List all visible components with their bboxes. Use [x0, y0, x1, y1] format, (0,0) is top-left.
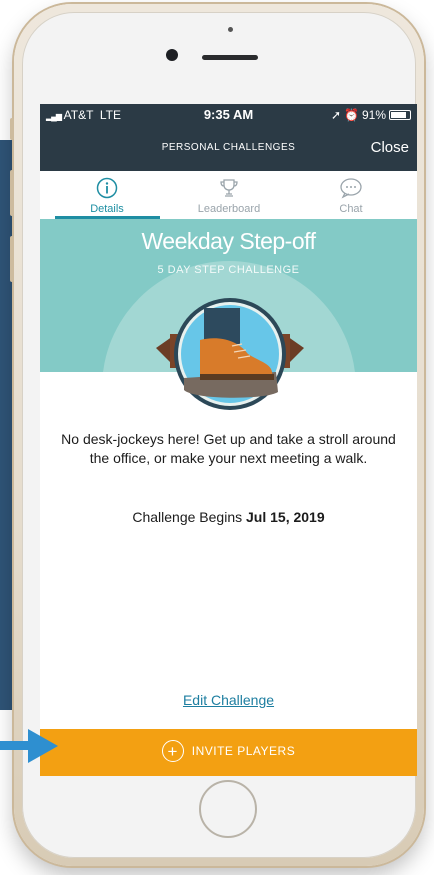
begins-date: Jul 15, 2019 — [246, 509, 325, 525]
info-icon — [96, 177, 118, 199]
tab-chat[interactable]: Chat — [291, 171, 411, 219]
edit-challenge-link[interactable]: Edit Challenge — [40, 692, 417, 708]
status-right: ➚ ⏰ 91% — [331, 108, 411, 122]
mute-switch — [10, 118, 14, 140]
home-button[interactable] — [199, 780, 257, 838]
tab-chat-label: Chat — [339, 203, 363, 215]
invite-players-button[interactable]: + INVITE PLAYERS — [40, 729, 417, 776]
invite-label: INVITE PLAYERS — [191, 744, 296, 758]
battery-fill — [391, 112, 406, 118]
challenge-title: Weekday Step-off — [141, 228, 316, 254]
sensor-dot — [228, 27, 233, 32]
close-button[interactable]: Close — [371, 139, 409, 156]
challenge-begins: Challenge Begins Jul 15, 2019 — [40, 509, 417, 525]
alarm-icon: ⏰ — [344, 108, 359, 122]
challenge-subtitle: 5 DAY STEP CHALLENGE — [157, 264, 300, 276]
trophy-icon — [220, 179, 238, 197]
status-bar: ▂▄▆ AT&T LTE 9:35 AM ➚ ⏰ 91% — [40, 104, 417, 125]
tab-details[interactable]: Details — [47, 171, 167, 219]
plus-circle-icon: + — [161, 740, 184, 762]
location-icon: ➚ — [330, 108, 342, 122]
tab-bar: Details Leaderboard Chat — [40, 171, 417, 220]
front-camera — [166, 49, 178, 61]
nav-title: PERSONAL CHALLENGES — [161, 142, 296, 153]
invite-content: + INVITE PLAYERS — [40, 740, 417, 762]
chat-bubble-icon — [340, 178, 362, 199]
tab-leaderboard[interactable]: Leaderboard — [169, 171, 289, 219]
shoe-badge-icon — [156, 298, 304, 410]
tab-leaderboard-label: Leaderboard — [197, 203, 261, 215]
earpiece-speaker — [202, 55, 258, 60]
pointer-arrow-icon — [28, 729, 58, 763]
volume-up-button — [10, 170, 14, 216]
tab-details-label: Details — [90, 203, 124, 215]
begins-label: Challenge Begins — [132, 509, 243, 525]
challenge-description: No desk-jockeys here! Get up and take a … — [61, 431, 396, 466]
nav-bar: PERSONAL CHALLENGES Close — [40, 125, 417, 171]
phone-screen: ▂▄▆ AT&T LTE 9:35 AM ➚ ⏰ 91% PERSONAL CH… — [40, 104, 417, 776]
battery-icon — [389, 110, 411, 120]
battery-label: 91% — [361, 108, 386, 122]
volume-down-button — [10, 236, 14, 282]
